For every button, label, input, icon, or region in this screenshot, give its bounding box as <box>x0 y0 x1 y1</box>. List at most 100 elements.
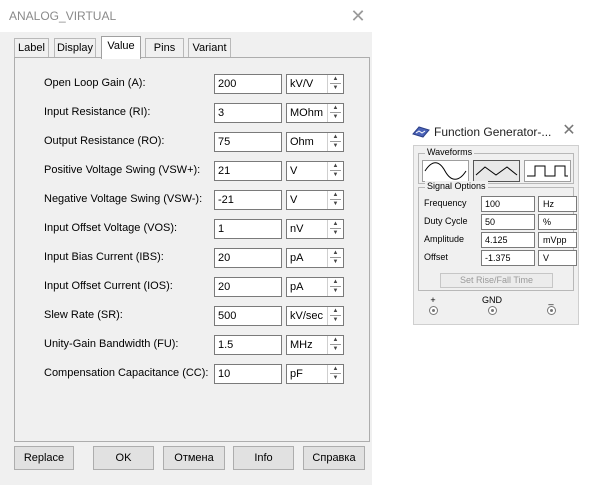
cancel-button[interactable]: Отмена <box>163 446 225 470</box>
help-button[interactable]: Справка <box>303 446 365 470</box>
tab-value[interactable]: Value <box>101 36 141 59</box>
set-rise-fall-time-button[interactable]: Set Rise/Fall Time <box>440 273 553 288</box>
dialog-title-bar: ANALOG_VIRTUAL ✕ <box>0 0 372 32</box>
spin-down-icon[interactable]: ▼ <box>328 316 343 324</box>
duty-cycle-unit[interactable]: % <box>538 214 577 230</box>
function-generator-title-bar: Function Generator-... ✕ <box>410 122 580 142</box>
unit-spinner[interactable]: pA ▲ ▼ <box>286 277 344 297</box>
unit-spinner[interactable]: kV/sec ▲ ▼ <box>286 306 344 326</box>
offset-input[interactable]: -1.375 <box>481 250 535 266</box>
replace-button[interactable]: Replace <box>14 446 74 470</box>
spin-down-icon[interactable]: ▼ <box>328 345 343 353</box>
param-value-input[interactable]: 500 <box>214 306 282 326</box>
terminal-label: GND <box>482 295 502 305</box>
spin-down-icon[interactable]: ▼ <box>328 200 343 208</box>
spin-up-icon[interactable]: ▲ <box>328 133 343 141</box>
tab-label[interactable]: Label <box>14 38 49 58</box>
spinner[interactable]: ▲ ▼ <box>327 365 343 383</box>
spinner[interactable]: ▲ ▼ <box>327 162 343 180</box>
info-button[interactable]: Info <box>233 446 294 470</box>
tab-pins[interactable]: Pins <box>145 38 184 58</box>
unit-label: Ohm <box>290 136 314 148</box>
param-value-input[interactable]: 21 <box>214 161 282 181</box>
param-value-input[interactable]: 10 <box>214 364 282 384</box>
spinner[interactable]: ▲ ▼ <box>327 307 343 325</box>
spin-down-icon[interactable]: ▼ <box>328 171 343 179</box>
spin-up-icon[interactable]: ▲ <box>328 336 343 344</box>
param-value-input[interactable]: 200 <box>214 74 282 94</box>
spin-down-icon[interactable]: ▼ <box>328 374 343 382</box>
tab-display[interactable]: Display <box>54 38 96 58</box>
param-row-compensation-capacitance: Compensation Capacitance (CC): 10 pF ▲ ▼ <box>15 364 371 384</box>
spin-down-icon[interactable]: ▼ <box>328 142 343 150</box>
unit-spinner[interactable]: MHz ▲ ▼ <box>286 335 344 355</box>
param-value-input[interactable]: 20 <box>214 277 282 297</box>
spin-up-icon[interactable]: ▲ <box>328 307 343 315</box>
spin-up-icon[interactable]: ▲ <box>328 220 343 228</box>
unit-label: pF <box>290 368 303 380</box>
close-icon[interactable]: ✕ <box>348 6 368 26</box>
frequency-input[interactable]: 100 <box>481 196 535 212</box>
unit-spinner[interactable]: V ▲ ▼ <box>286 161 344 181</box>
frequency-unit[interactable]: Hz <box>538 196 577 212</box>
spin-down-icon[interactable]: ▼ <box>328 287 343 295</box>
param-row-negative-swing: Negative Voltage Swing (VSW-): -21 V ▲ ▼ <box>15 190 371 210</box>
spinner[interactable]: ▲ ▼ <box>327 104 343 122</box>
unit-spinner[interactable]: V ▲ ▼ <box>286 190 344 210</box>
param-value-input[interactable]: 1.5 <box>214 335 282 355</box>
param-value-input[interactable]: 1 <box>214 219 282 239</box>
terminal-gnd[interactable]: GND <box>477 295 507 315</box>
unit-spinner[interactable]: Ohm ▲ ▼ <box>286 132 344 152</box>
option-label: Offset <box>424 252 448 262</box>
unit-spinner[interactable]: kV/V ▲ ▼ <box>286 74 344 94</box>
param-value-input[interactable]: 20 <box>214 248 282 268</box>
amplitude-unit[interactable]: mVpp <box>538 232 577 248</box>
spinner[interactable]: ▲ ▼ <box>327 336 343 354</box>
spinner[interactable]: ▲ ▼ <box>327 249 343 267</box>
unit-spinner[interactable]: pF ▲ ▼ <box>286 364 344 384</box>
square-wave-button[interactable] <box>524 160 571 182</box>
param-value-input[interactable]: 3 <box>214 103 282 123</box>
unit-spinner[interactable]: pA ▲ ▼ <box>286 248 344 268</box>
spinner[interactable]: ▲ ▼ <box>327 278 343 296</box>
triangle-wave-icon <box>475 166 518 176</box>
amplitude-input[interactable]: 4.125 <box>481 232 535 248</box>
param-value-input[interactable]: -21 <box>214 190 282 210</box>
unit-spinner[interactable]: MOhm ▲ ▼ <box>286 103 344 123</box>
terminal-plus[interactable]: + <box>418 295 448 315</box>
sine-wave-button[interactable] <box>422 160 469 182</box>
tab-variant[interactable]: Variant <box>188 38 231 58</box>
spin-up-icon[interactable]: ▲ <box>328 162 343 170</box>
waveforms-caption: Waveforms <box>425 147 475 157</box>
waveforms-group: Waveforms <box>418 147 574 184</box>
spin-up-icon[interactable]: ▲ <box>328 75 343 83</box>
spin-down-icon[interactable]: ▼ <box>328 258 343 266</box>
spinner[interactable]: ▲ ▼ <box>327 220 343 238</box>
spin-down-icon[interactable]: ▼ <box>328 84 343 92</box>
offset-unit[interactable]: V <box>538 250 577 266</box>
unit-label: pA <box>290 252 304 264</box>
close-icon[interactable]: ✕ <box>560 121 578 141</box>
spin-up-icon[interactable]: ▲ <box>328 104 343 112</box>
spin-up-icon[interactable]: ▲ <box>328 365 343 373</box>
spin-down-icon[interactable]: ▼ <box>328 113 343 121</box>
terminal-connector-icon[interactable] <box>487 306 497 315</box>
terminal-minus[interactable]: _ <box>536 295 566 315</box>
param-label: Unity-Gain Bandwidth (FU): <box>44 338 179 350</box>
spin-down-icon[interactable]: ▼ <box>328 229 343 237</box>
spin-up-icon[interactable]: ▲ <box>328 278 343 286</box>
spinner[interactable]: ▲ ▼ <box>327 191 343 209</box>
triangle-wave-button[interactable] <box>473 160 520 182</box>
param-row-slew-rate: Slew Rate (SR): 500 kV/sec ▲ ▼ <box>15 306 371 326</box>
terminal-connector-icon[interactable] <box>546 306 556 315</box>
terminal-connector-icon[interactable] <box>428 306 438 315</box>
spin-up-icon[interactable]: ▲ <box>328 249 343 257</box>
param-value-input[interactable]: 75 <box>214 132 282 152</box>
spin-up-icon[interactable]: ▲ <box>328 191 343 199</box>
duty-cycle-input[interactable]: 50 <box>481 214 535 230</box>
spinner[interactable]: ▲ ▼ <box>327 75 343 93</box>
frequency-row: Frequency 100 Hz <box>421 196 577 212</box>
ok-button[interactable]: OK <box>93 446 154 470</box>
unit-spinner[interactable]: nV ▲ ▼ <box>286 219 344 239</box>
spinner[interactable]: ▲ ▼ <box>327 133 343 151</box>
